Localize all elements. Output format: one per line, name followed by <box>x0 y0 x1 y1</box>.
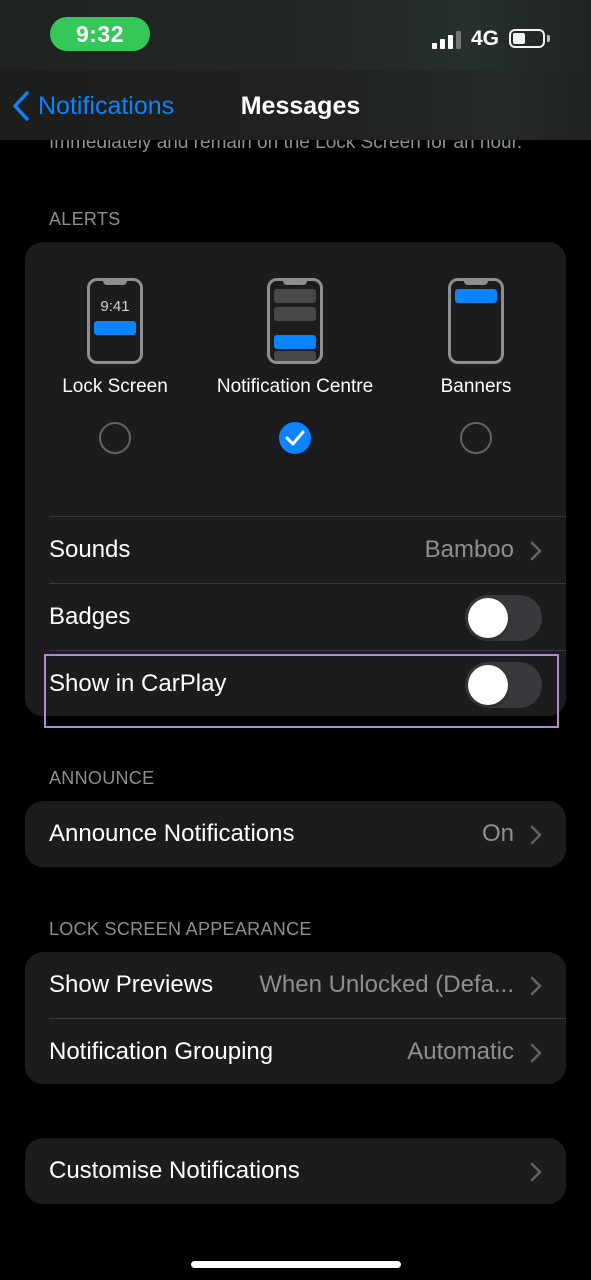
alert-option-banners[interactable]: Banners <box>386 278 566 454</box>
notification-centre-phone-icon <box>267 278 323 364</box>
show-in-carplay-row: Show in CarPlay <box>25 651 566 716</box>
network-type: 4G <box>471 27 500 50</box>
announce-notifications-value: On <box>481 820 514 847</box>
customise-notifications-label: Customise Notifications <box>49 1157 300 1184</box>
show-previews-label: Show Previews <box>49 971 214 998</box>
navigation-bar: Notifications Messages <box>0 70 591 140</box>
sounds-row[interactable]: Sounds Bamboo <box>25 517 566 583</box>
show-previews-value: When Unlocked (Defa... <box>259 971 514 998</box>
chevron-right-icon <box>530 541 542 561</box>
checkmark-icon <box>285 430 305 446</box>
banners-radio[interactable] <box>460 422 492 454</box>
notification-grouping-row[interactable]: Notification Grouping Automatic <box>25 1019 566 1084</box>
alert-option-lock-screen[interactable]: 9:41 Lock Screen <box>25 278 205 454</box>
show-previews-row[interactable]: Show Previews When Unlocked (Defa... <box>25 952 566 1018</box>
show-in-carplay-label: Show in CarPlay <box>49 670 227 697</box>
show-in-carplay-toggle[interactable] <box>465 662 542 708</box>
battery-icon <box>509 29 545 48</box>
alert-option-label: Lock Screen <box>62 376 168 397</box>
chevron-right-icon <box>530 1043 542 1063</box>
notification-grouping-value: Automatic <box>407 1038 514 1065</box>
alert-option-label: Banners <box>440 376 512 397</box>
chevron-right-icon <box>530 976 542 996</box>
announce-section-header: ANNOUNCE <box>49 768 155 788</box>
home-indicator[interactable] <box>191 1261 401 1268</box>
badges-row: Badges <box>25 584 566 650</box>
alert-style-options: 9:41 Lock Screen Notification Centre Ban… <box>25 242 566 516</box>
cellular-signal-icon <box>432 31 462 49</box>
status-time[interactable]: 9:32 <box>50 17 150 51</box>
badges-label: Badges <box>49 603 131 630</box>
lock-screen-appearance-header: LOCK SCREEN APPEARANCE <box>49 919 312 939</box>
chevron-right-icon <box>530 825 542 845</box>
alert-option-notification-centre[interactable]: Notification Centre <box>205 278 385 454</box>
page-title: Messages <box>240 92 361 120</box>
customise-notifications-row[interactable]: Customise Notifications <box>25 1138 566 1204</box>
battery-cap <box>547 35 550 42</box>
chevron-right-icon <box>530 1162 542 1182</box>
announce-notifications-label: Announce Notifications <box>49 820 295 847</box>
alerts-group: 9:41 Lock Screen Notification Centre Ban… <box>25 242 566 716</box>
lock-screen-phone-icon: 9:41 <box>87 278 143 364</box>
customise-group: Customise Notifications <box>25 1138 566 1204</box>
alert-option-label: Notification Centre <box>216 376 374 397</box>
sounds-value: Bamboo <box>424 536 514 563</box>
lock-screen-radio[interactable] <box>99 422 131 454</box>
notification-centre-radio[interactable] <box>279 422 311 454</box>
alerts-section-header: ALERTS <box>49 209 121 229</box>
sounds-label: Sounds <box>49 536 131 563</box>
status-bar: 9:32 4G <box>0 0 591 70</box>
announce-notifications-row[interactable]: Announce Notifications On <box>25 801 566 867</box>
badges-toggle[interactable] <box>465 595 542 641</box>
notification-grouping-label: Notification Grouping <box>49 1038 274 1065</box>
lock-screen-appearance-group: Show Previews When Unlocked (Defa... Not… <box>25 952 566 1084</box>
announce-group: Announce Notifications On <box>25 801 566 867</box>
banners-phone-icon <box>448 278 504 364</box>
